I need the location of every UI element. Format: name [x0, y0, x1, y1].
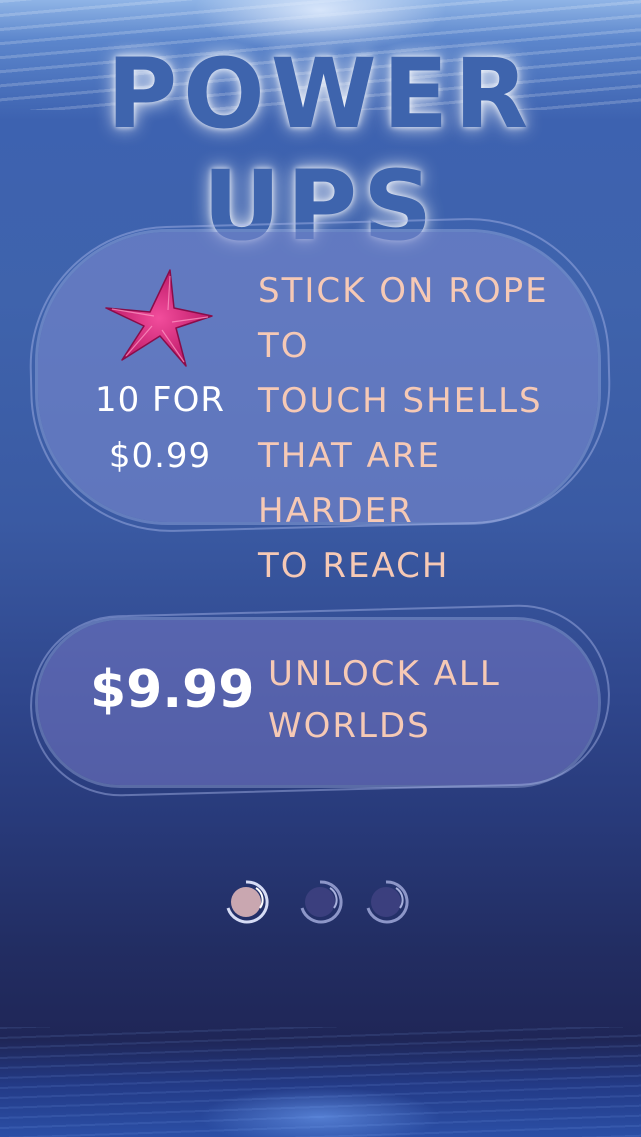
sea-floor — [0, 1027, 641, 1137]
offer-price: $0.99 — [108, 436, 212, 476]
page-dot-active[interactable] — [222, 878, 270, 926]
offer-quantity: 10 FOR — [94, 380, 225, 420]
description-line: WORLDS — [268, 706, 431, 746]
description-line: STICK ON ROPE TO — [258, 271, 549, 366]
unlock-description: UNLOCK ALL WORLDS — [268, 648, 568, 752]
page-indicator — [222, 878, 422, 930]
starfish-icon — [105, 269, 213, 367]
page-dot[interactable] — [296, 878, 344, 926]
page-dot[interactable] — [362, 878, 410, 926]
description-line: THAT ARE HARDER — [258, 436, 441, 531]
offer-description: STICK ON ROPE TO TOUCH SHELLS THAT ARE H… — [258, 264, 578, 594]
description-line: TO REACH — [258, 546, 450, 586]
unlock-price: $9.99 — [90, 660, 255, 720]
description-line: TOUCH SHELLS — [258, 381, 543, 421]
description-line: UNLOCK ALL — [268, 654, 501, 694]
